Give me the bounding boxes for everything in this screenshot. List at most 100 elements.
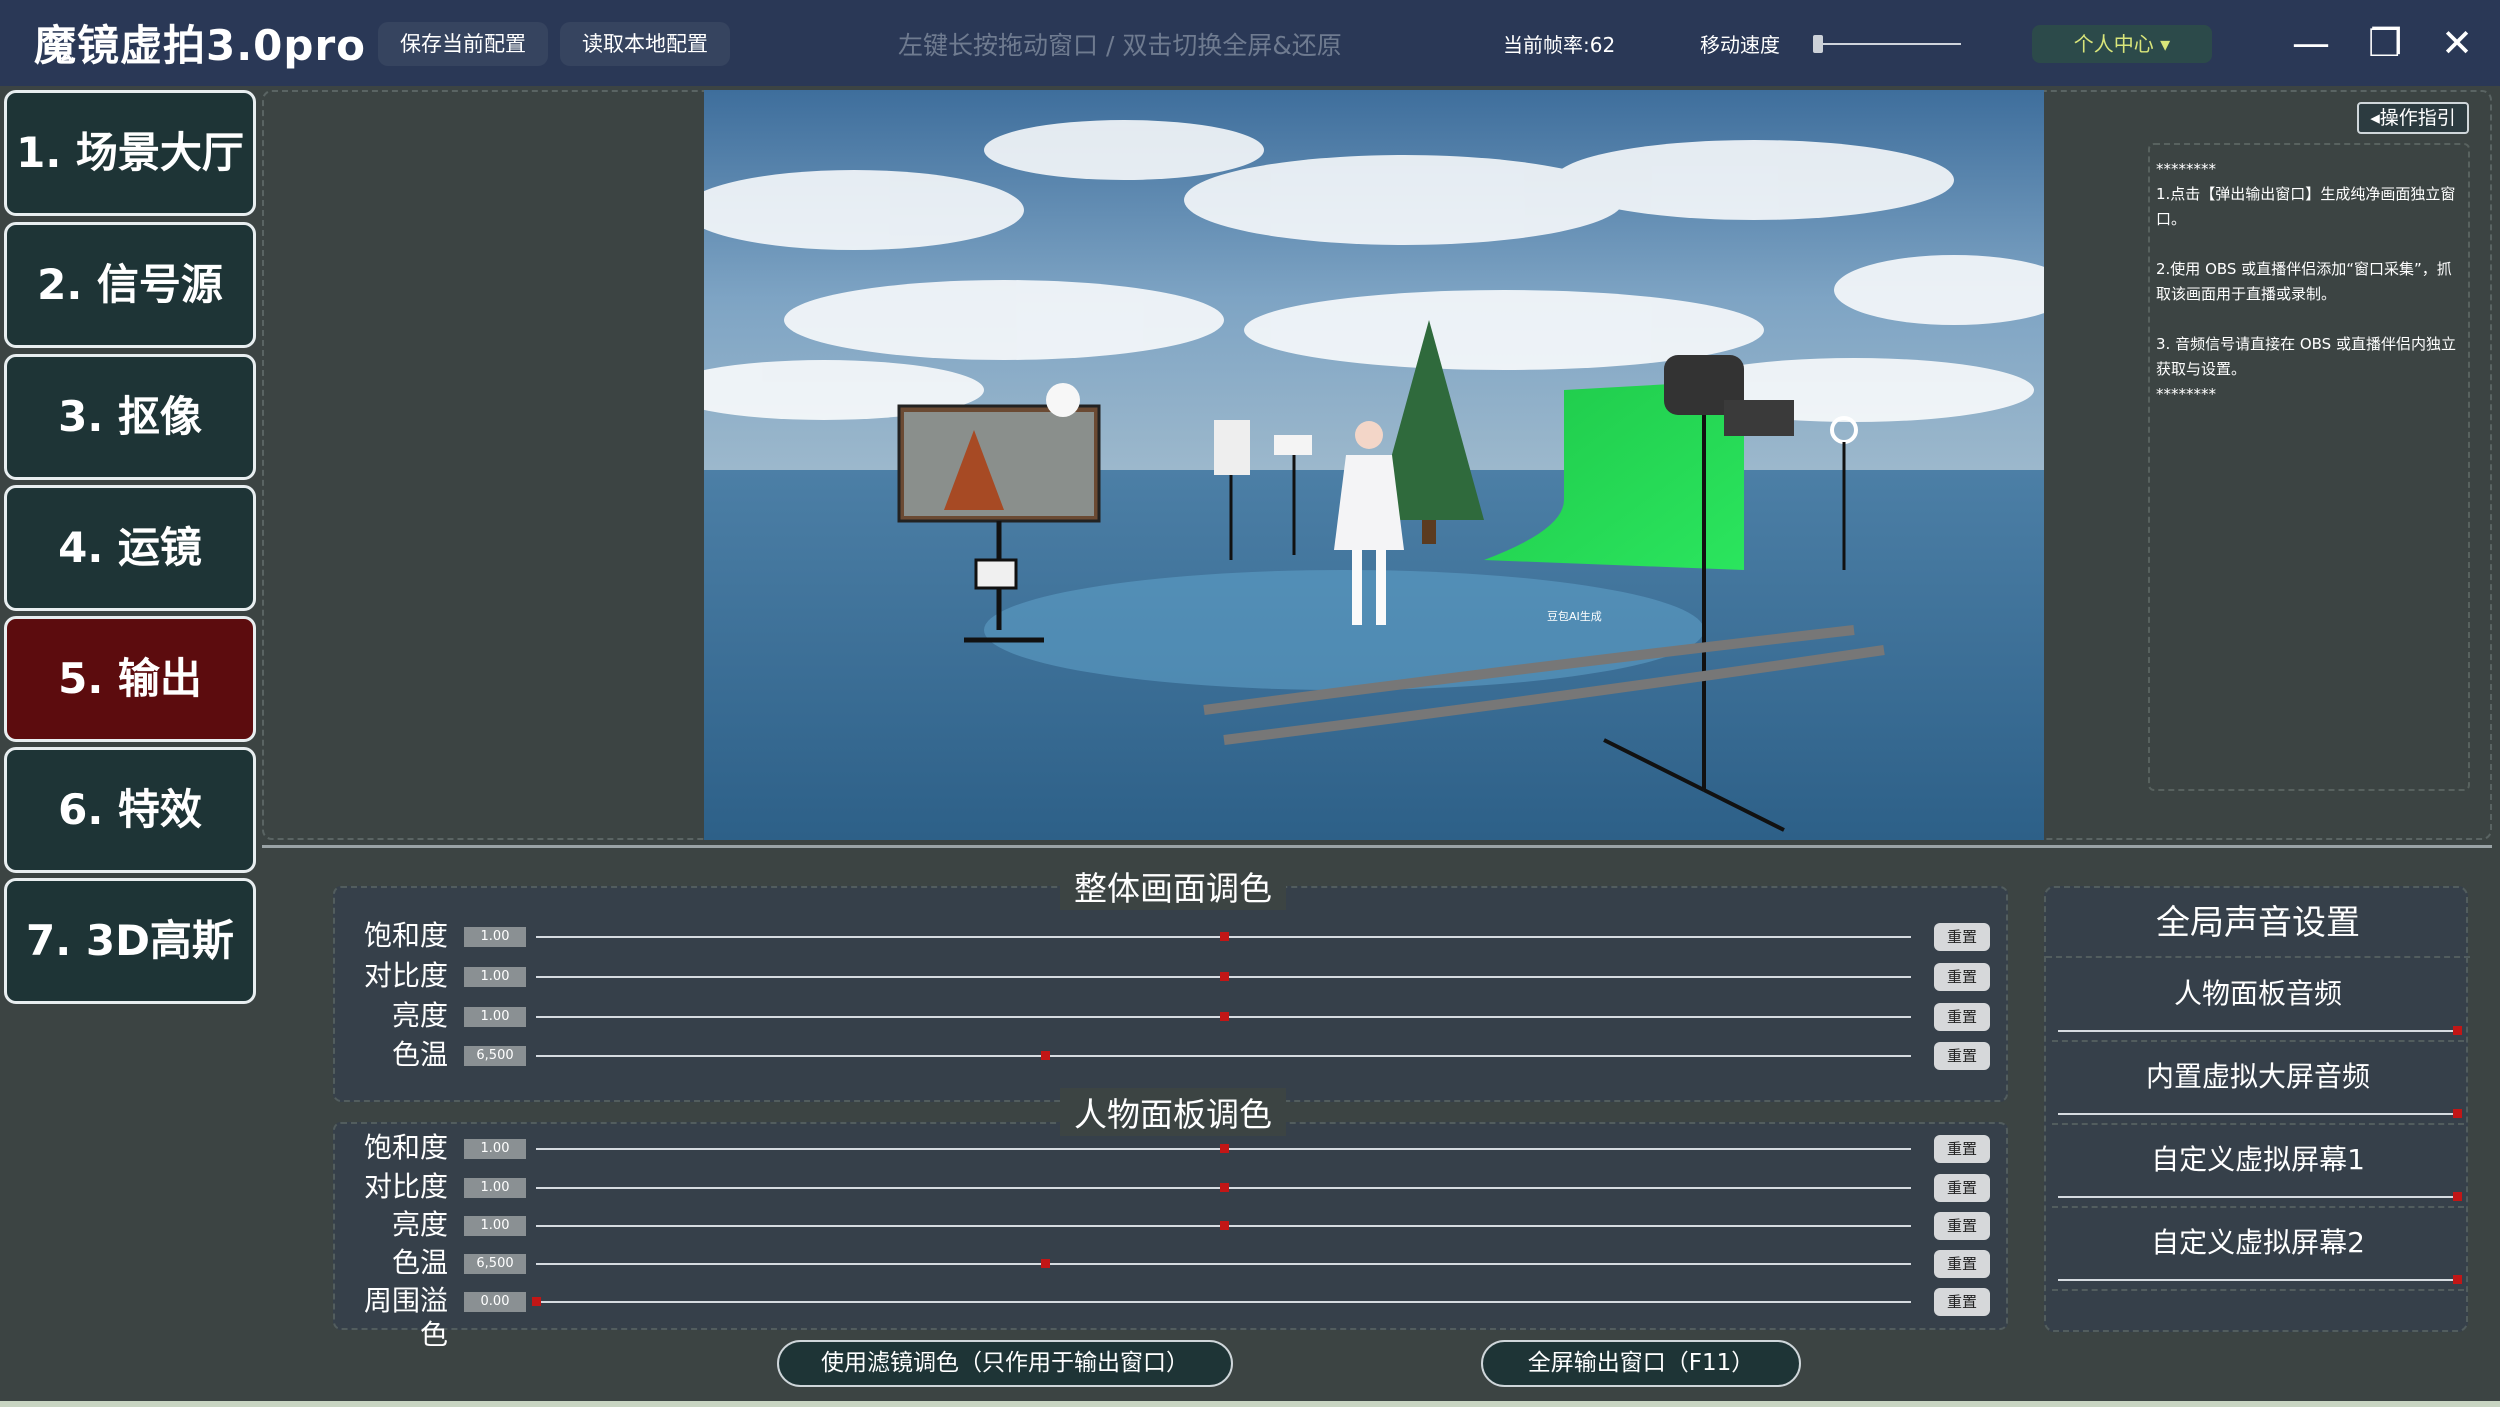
scene-image xyxy=(704,90,2044,840)
slider-value-input[interactable]: 1.00 xyxy=(464,1007,526,1027)
slider-track[interactable] xyxy=(536,1301,1911,1303)
app-title: 魔镜虚拍3.0pro xyxy=(34,21,367,70)
slider-label: 对比度 xyxy=(363,1170,448,1203)
reset-button[interactable]: 重置 xyxy=(1934,1042,1990,1070)
slider-handle[interactable] xyxy=(1219,1221,1229,1230)
audio-settings-panel: 全局声音设置 人物面板音频 内置虚拟大屏音频 自定义虚拟屏幕1 自定义虚拟屏幕2 xyxy=(2044,886,2470,1332)
audio-volume-slider[interactable] xyxy=(2058,1030,2458,1032)
slider-handle[interactable] xyxy=(1040,1051,1050,1060)
person-color-row: 色温 6,500 重置 xyxy=(338,1246,1998,1280)
move-speed-slider[interactable] xyxy=(1813,43,1961,45)
audio-volume-handle[interactable] xyxy=(2453,1026,2462,1035)
audio-volume-slider[interactable] xyxy=(2058,1196,2458,1198)
load-config-button[interactable]: 读取本地配置 xyxy=(560,22,730,66)
sidebar-item-6[interactable]: 6. 特效 xyxy=(4,747,256,873)
slider-value-input[interactable]: 1.00 xyxy=(464,1139,526,1159)
slider-value-input[interactable]: 0.00 xyxy=(464,1292,526,1312)
scene-watermark: 豆包AI生成 xyxy=(1547,610,1602,623)
slider-handle[interactable] xyxy=(1040,1259,1050,1268)
guide-line: 2.使用 OBS 或直播伴侣添加“窗口采集”，抓取该画面用于直播或录制。 xyxy=(2156,260,2452,303)
slider-value-input[interactable]: 6,500 xyxy=(464,1046,526,1066)
slider-track[interactable] xyxy=(536,1263,1911,1265)
sidebar-item-4[interactable]: 4. 运镜 xyxy=(4,485,256,611)
fps-readout: 当前帧率:62 xyxy=(1503,33,1616,57)
guide-line: 3. 音频信号请直接在 OBS 或直播伴侣内独立获取与设置。 xyxy=(2156,335,2456,378)
audio-item: 人物面板音频 xyxy=(2052,962,2464,1042)
minimize-icon[interactable]: — xyxy=(2286,18,2336,68)
overall-color-title: 整体画面调色 xyxy=(1060,862,1286,910)
slider-handle[interactable] xyxy=(1219,1144,1229,1153)
slider-value-input[interactable]: 1.00 xyxy=(464,1216,526,1236)
slider-handle[interactable] xyxy=(1219,932,1229,941)
reset-button[interactable]: 重置 xyxy=(1934,963,1990,991)
operation-guide-button[interactable]: ◂操作指引 xyxy=(2357,102,2469,134)
overall-color-row: 亮度 1.00 重置 xyxy=(338,999,1998,1033)
audio-settings-title: 全局声音设置 xyxy=(2046,888,2470,958)
sidebar-item-3[interactable]: 3. 抠像 xyxy=(4,354,256,480)
slider-label: 周围溢色 xyxy=(363,1284,448,1351)
sidebar-item-2[interactable]: 2. 信号源 xyxy=(4,222,256,348)
audio-item: 自定义虚拟屏幕2 xyxy=(2052,1211,2464,1291)
guide-line xyxy=(2156,307,2462,332)
save-config-button[interactable]: 保存当前配置 xyxy=(378,22,548,66)
guide-line: ******** xyxy=(2156,385,2216,403)
audio-volume-slider[interactable] xyxy=(2058,1279,2458,1281)
audio-volume-slider[interactable] xyxy=(2058,1113,2458,1115)
slider-handle[interactable] xyxy=(1219,1012,1229,1021)
audio-item: 内置虚拟大屏音频 xyxy=(2052,1045,2464,1125)
reset-button[interactable]: 重置 xyxy=(1934,1003,1990,1031)
audio-item-label: 内置虚拟大屏音频 xyxy=(2145,1060,2370,1093)
reset-button[interactable]: 重置 xyxy=(1934,1288,1990,1316)
scene-preview[interactable]: 豆包AI生成 xyxy=(704,90,2044,840)
overall-color-row: 色温 6,500 重置 xyxy=(338,1038,1998,1072)
audio-volume-handle[interactable] xyxy=(2453,1192,2462,1201)
person-color-row: 亮度 1.00 重置 xyxy=(338,1208,1998,1242)
slider-value-input[interactable]: 1.00 xyxy=(464,927,526,947)
audio-volume-handle[interactable] xyxy=(2453,1109,2462,1118)
reset-button[interactable]: 重置 xyxy=(1934,1174,1990,1202)
sidebar-item-5[interactable]: 5. 输出 xyxy=(4,616,256,742)
slider-value-input[interactable]: 1.00 xyxy=(464,967,526,987)
slider-handle[interactable] xyxy=(1219,1183,1229,1192)
footer-strip xyxy=(0,1401,2500,1407)
guide-line: ******** xyxy=(2156,160,2216,178)
audio-item-label: 人物面板音频 xyxy=(2173,977,2342,1010)
move-speed-handle[interactable] xyxy=(1813,35,1823,53)
slider-label: 色温 xyxy=(391,1246,448,1279)
person-color-row: 周围溢色 0.00 重置 xyxy=(338,1284,1998,1351)
filter-color-button[interactable]: 使用滤镜调色（只作用于输出窗口） xyxy=(777,1340,1233,1387)
slider-label: 饱和度 xyxy=(363,919,448,952)
slider-label: 亮度 xyxy=(391,999,448,1032)
reset-button[interactable]: 重置 xyxy=(1934,1135,1990,1163)
fullscreen-output-button[interactable]: 全屏输出窗口（F11） xyxy=(1481,1340,1801,1387)
guide-line xyxy=(2156,232,2462,257)
audio-item-label: 自定义虚拟屏幕1 xyxy=(2151,1143,2365,1176)
slider-handle[interactable] xyxy=(532,1297,541,1306)
overall-color-row: 对比度 1.00 重置 xyxy=(338,959,1998,993)
audio-volume-handle[interactable] xyxy=(2453,1275,2462,1284)
audio-item: 自定义虚拟屏幕1 xyxy=(2052,1128,2464,1208)
user-center-dropdown[interactable]: 个人中心 ▾ xyxy=(2032,25,2212,63)
title-bar[interactable]: 魔镜虚拍3.0pro 保存当前配置 读取本地配置 左键长按拖动窗口 / 双击切换… xyxy=(0,0,2500,86)
guide-line: 1.点击【弹出输出窗口】生成纯净画面独立窗口。 xyxy=(2156,185,2456,228)
slider-track[interactable] xyxy=(536,1055,1911,1057)
operation-guide-panel: ******** 1.点击【弹出输出窗口】生成纯净画面独立窗口。 2.使用 OBS … xyxy=(2148,143,2470,791)
reset-button[interactable]: 重置 xyxy=(1934,1250,1990,1278)
slider-value-input[interactable]: 1.00 xyxy=(464,1178,526,1198)
reset-button[interactable]: 重置 xyxy=(1934,923,1990,951)
reset-button[interactable]: 重置 xyxy=(1934,1212,1990,1240)
slider-label: 亮度 xyxy=(391,1208,448,1241)
overall-color-row: 饱和度 1.00 重置 xyxy=(338,919,1998,953)
close-icon[interactable]: ✕ xyxy=(2432,18,2482,68)
slider-handle[interactable] xyxy=(1219,972,1229,981)
person-color-row: 对比度 1.00 重置 xyxy=(338,1170,1998,1204)
person-color-row: 饱和度 1.00 重置 xyxy=(338,1131,1998,1165)
slider-label: 饱和度 xyxy=(363,1131,448,1164)
sidebar-item-1[interactable]: 1. 场景大厅 xyxy=(4,90,256,216)
slider-value-input[interactable]: 6,500 xyxy=(464,1254,526,1274)
slider-label: 对比度 xyxy=(363,959,448,992)
maximize-icon[interactable]: ❐ xyxy=(2360,18,2410,68)
sidebar-item-7[interactable]: 7. 3D高斯 xyxy=(4,878,256,1004)
drag-hint-text: 左键长按拖动窗口 / 双击切换全屏&还原 xyxy=(898,31,1342,60)
slider-label: 色温 xyxy=(391,1038,448,1071)
